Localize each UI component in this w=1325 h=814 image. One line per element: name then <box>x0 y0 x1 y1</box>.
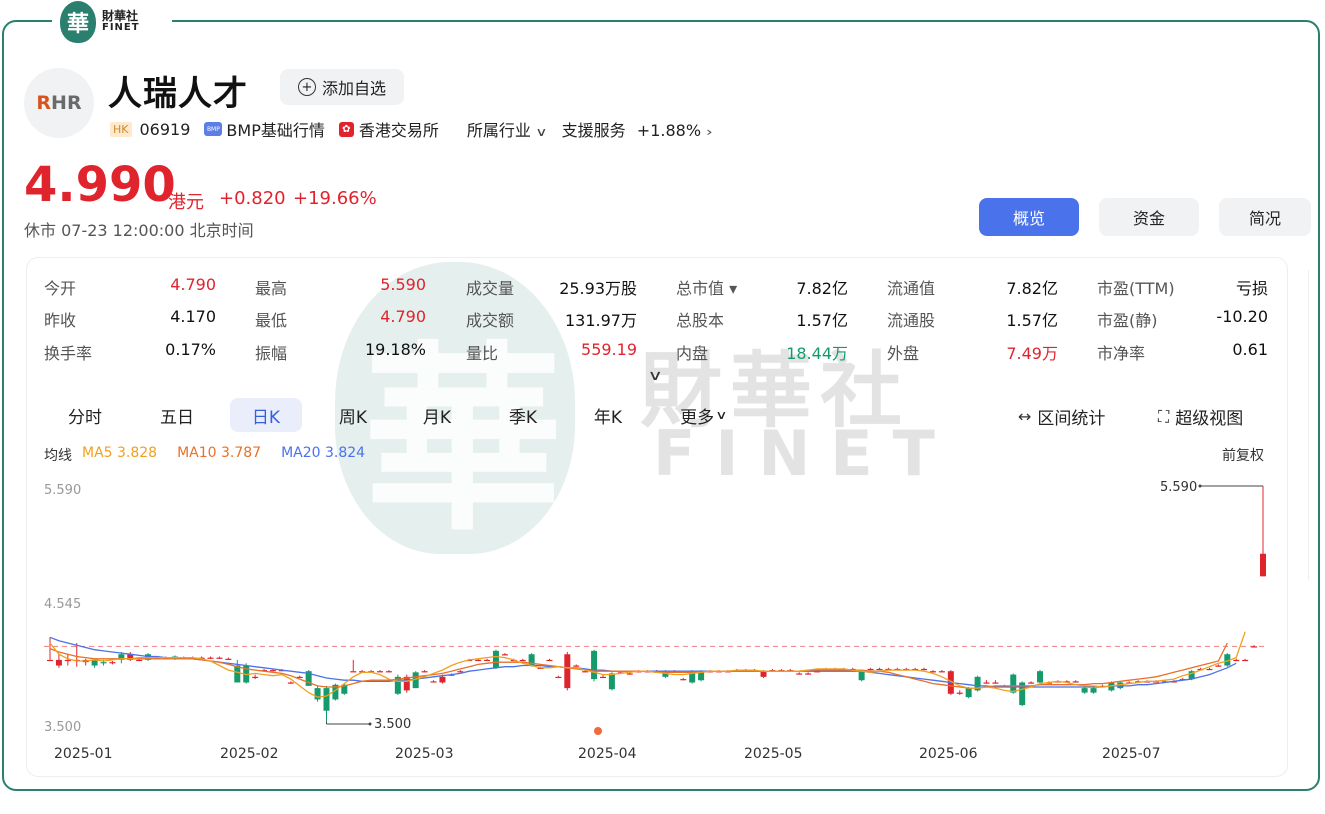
candle-body <box>385 671 392 673</box>
low-dot <box>368 722 372 726</box>
candle-body <box>216 657 223 659</box>
candle-body <box>805 673 812 675</box>
event-marker <box>594 727 602 735</box>
low-annotation: 3.500 <box>374 717 411 732</box>
candle-body <box>546 659 553 662</box>
candle-body <box>680 679 687 681</box>
candle-body <box>591 650 598 680</box>
candle-body <box>1260 553 1266 577</box>
candle-body <box>796 673 803 675</box>
candle-body <box>760 671 767 677</box>
high-dot <box>1198 484 1202 488</box>
kline-chart[interactable]: 5.590 3.500 <box>0 0 1325 814</box>
candle-body <box>136 659 143 662</box>
ma10-line <box>49 642 1228 689</box>
candle-body <box>225 658 232 660</box>
candle-body <box>484 659 491 662</box>
candle-body <box>929 671 936 673</box>
candle-body <box>109 662 116 664</box>
candle-body <box>1206 668 1213 671</box>
candle-body <box>457 671 464 673</box>
candle-body <box>956 692 963 694</box>
candle-body <box>323 688 330 711</box>
candle-body <box>475 659 482 662</box>
candle-body <box>1251 646 1258 648</box>
candle-body <box>55 659 62 666</box>
candle-body <box>867 668 874 671</box>
candle-body <box>100 662 107 664</box>
candle-body <box>858 671 865 681</box>
candle-body <box>1072 681 1079 683</box>
candle-body <box>608 673 615 690</box>
candle-body <box>626 673 633 675</box>
candle-body <box>64 659 71 662</box>
candle-body <box>519 659 526 662</box>
candle-body <box>421 671 428 673</box>
candle-body <box>965 688 972 698</box>
candle-body <box>992 682 999 684</box>
candle-body <box>377 671 384 673</box>
high-annotation: 5.590 <box>1160 480 1197 495</box>
candle-body <box>1081 688 1088 693</box>
candle-body <box>555 676 562 679</box>
candle-body <box>1242 659 1249 662</box>
candle-body <box>269 670 276 672</box>
candle-body <box>501 654 508 656</box>
candle-body <box>1028 682 1035 684</box>
candle-body <box>439 676 446 683</box>
candle-body <box>1233 659 1240 662</box>
candle-body <box>599 676 606 679</box>
candle-body <box>492 650 499 668</box>
candle-body <box>938 671 945 673</box>
candle-body <box>573 665 580 667</box>
candle-body <box>983 682 990 684</box>
candle-body <box>1037 671 1044 683</box>
candle-body <box>207 657 214 659</box>
candle-body <box>350 671 357 673</box>
candle-body <box>582 671 589 673</box>
candle-body <box>921 668 928 671</box>
candle-body <box>1215 665 1222 667</box>
candle-body <box>47 659 53 662</box>
candle-body <box>1010 674 1017 693</box>
candle-body <box>252 676 259 679</box>
candle-body <box>1090 688 1097 693</box>
candle-body <box>234 665 241 683</box>
candle-body <box>876 668 883 671</box>
candle-body <box>430 681 437 683</box>
candle-body <box>564 654 571 689</box>
ma20-line <box>49 636 1237 688</box>
candle-body <box>287 682 294 684</box>
